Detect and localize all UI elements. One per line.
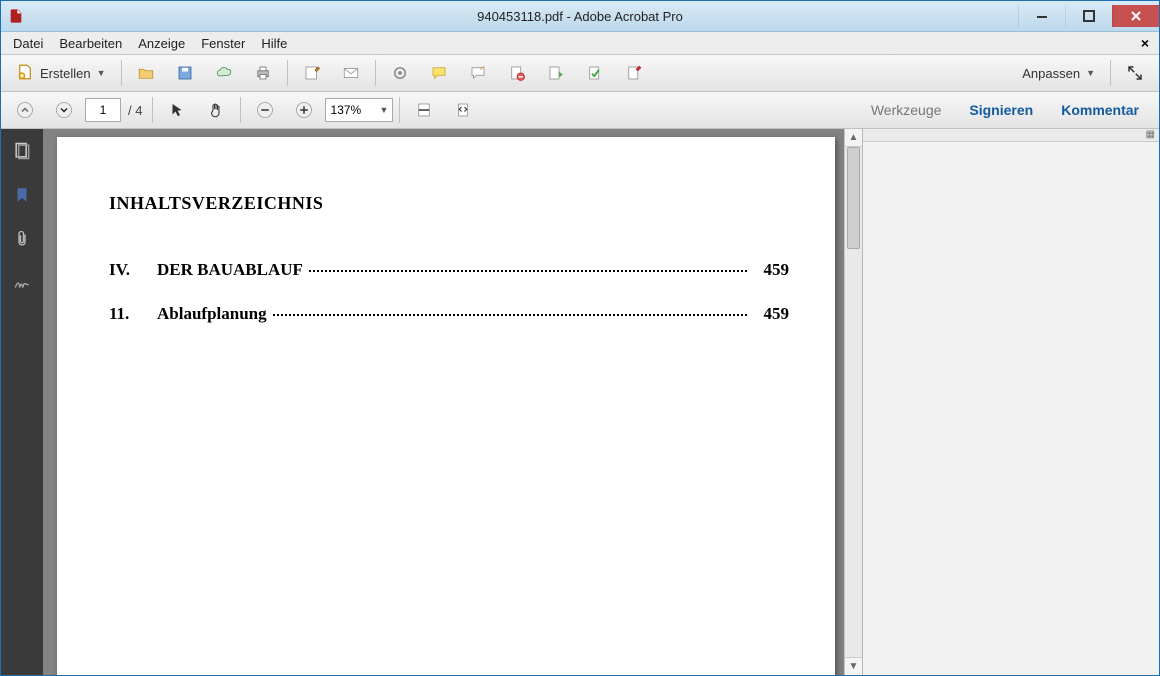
fit-width-button[interactable]: [406, 96, 442, 124]
vertical-scrollbar[interactable]: ▲ ▼: [844, 129, 862, 675]
app-window: 940453118.pdf - Adobe Acrobat Pro Datei …: [0, 0, 1160, 676]
toc-title: DER BAUABLAUF: [157, 260, 303, 280]
zoom-value: 137%: [330, 103, 361, 117]
right-tabs: Werkzeuge Signieren Kommentar: [857, 94, 1153, 126]
menu-datei[interactable]: Datei: [5, 34, 51, 53]
toc-page: 459: [753, 260, 789, 280]
stamp-button[interactable]: [460, 59, 496, 87]
doc-edit-button[interactable]: [616, 59, 652, 87]
separator: [152, 97, 153, 123]
toc-num: 11.: [109, 304, 157, 324]
separator: [1110, 60, 1111, 86]
menubar-close-icon[interactable]: ×: [1135, 35, 1155, 51]
toc-dots: [309, 270, 747, 272]
zoom-out-button[interactable]: [247, 96, 283, 124]
window-controls: [1018, 5, 1159, 27]
next-page-button[interactable]: [46, 96, 82, 124]
scroll-down-icon[interactable]: ▼: [845, 657, 862, 675]
maximize-button[interactable]: [1065, 5, 1112, 27]
main-toolbar: Erstellen ▼ Anpassen ▼: [1, 55, 1159, 92]
menubar: Datei Bearbeiten Anzeige Fenster Hilfe ×: [1, 32, 1159, 55]
window-title: 940453118.pdf - Adobe Acrobat Pro: [1, 9, 1159, 24]
create-button[interactable]: Erstellen ▼: [7, 59, 115, 87]
chevron-down-icon: ▼: [380, 105, 389, 115]
document-viewport[interactable]: INHALTSVERZEICHNIS IV.DER BAUABLAUF45911…: [43, 129, 844, 675]
titlebar: 940453118.pdf - Adobe Acrobat Pro: [1, 1, 1159, 32]
thumbnails-icon[interactable]: [8, 137, 36, 165]
doc-action-button[interactable]: [538, 59, 574, 87]
toc-line: 11.Ablaufplanung 459: [109, 304, 789, 324]
toc-num: IV.: [109, 260, 157, 280]
signature-icon[interactable]: [8, 269, 36, 297]
panel-options-icon[interactable]: ▦: [863, 129, 1159, 142]
separator: [375, 60, 376, 86]
toc-line: IV.DER BAUABLAUF 459: [109, 260, 789, 280]
hand-tool-button[interactable]: [198, 96, 234, 124]
toc-page: 459: [753, 304, 789, 324]
chevron-down-icon: ▼: [97, 68, 106, 78]
scroll-thumb[interactable]: [847, 147, 860, 249]
settings-button[interactable]: [382, 59, 418, 87]
doc-check-button[interactable]: [577, 59, 613, 87]
page-number-input[interactable]: [85, 98, 121, 122]
acrobat-icon: [7, 7, 25, 25]
fit-page-button[interactable]: [445, 96, 481, 124]
create-label: Erstellen: [40, 66, 91, 81]
create-pdf-icon: [16, 63, 34, 84]
page-count-label: / 4: [128, 103, 142, 118]
tools-panel: ▦: [862, 129, 1159, 675]
zoom-in-button[interactable]: [286, 96, 322, 124]
edit-button[interactable]: [294, 59, 330, 87]
anpassen-button[interactable]: Anpassen ▼: [1013, 59, 1104, 87]
table-of-contents: IV.DER BAUABLAUF 459 11.Ablaufplanung 459: [109, 260, 789, 336]
fullscreen-button[interactable]: [1117, 59, 1153, 87]
toc-title: Ablaufplanung: [157, 304, 267, 324]
document-area: INHALTSVERZEICHNIS IV.DER BAUABLAUF45911…: [43, 129, 862, 675]
comment-button[interactable]: [421, 59, 457, 87]
menu-anzeige[interactable]: Anzeige: [130, 34, 193, 53]
email-button[interactable]: [333, 59, 369, 87]
prev-page-button[interactable]: [7, 96, 43, 124]
save-button[interactable]: [167, 59, 203, 87]
anpassen-label: Anpassen: [1022, 66, 1080, 81]
chevron-down-icon: ▼: [1086, 68, 1095, 78]
bookmark-icon[interactable]: [8, 181, 36, 209]
content-area: INHALTSVERZEICHNIS IV.DER BAUABLAUF45911…: [1, 129, 1159, 675]
menu-fenster[interactable]: Fenster: [193, 34, 253, 53]
separator: [240, 97, 241, 123]
open-button[interactable]: [128, 59, 164, 87]
toc-dots: [273, 314, 747, 316]
cloud-button[interactable]: [206, 59, 242, 87]
remove-button[interactable]: [499, 59, 535, 87]
zoom-select[interactable]: 137% ▼: [325, 98, 393, 122]
tab-signieren[interactable]: Signieren: [955, 94, 1047, 126]
separator: [287, 60, 288, 86]
tab-werkzeuge[interactable]: Werkzeuge: [857, 94, 956, 126]
menu-bearbeiten[interactable]: Bearbeiten: [51, 34, 130, 53]
minimize-button[interactable]: [1018, 5, 1065, 27]
page-heading: INHALTSVERZEICHNIS: [109, 193, 789, 214]
left-rail: [1, 129, 43, 675]
print-button[interactable]: [245, 59, 281, 87]
nav-toolbar: / 4 137% ▼ Werkzeuge Signieren Kommentar: [1, 92, 1159, 129]
tab-kommentar[interactable]: Kommentar: [1047, 94, 1153, 126]
scroll-up-icon[interactable]: ▲: [845, 129, 862, 147]
menu-hilfe[interactable]: Hilfe: [253, 34, 295, 53]
separator: [399, 97, 400, 123]
pdf-page: INHALTSVERZEICHNIS IV.DER BAUABLAUF45911…: [57, 137, 835, 675]
close-button[interactable]: [1112, 5, 1159, 27]
attachment-icon[interactable]: [8, 225, 36, 253]
select-tool-button[interactable]: [159, 96, 195, 124]
separator: [121, 60, 122, 86]
